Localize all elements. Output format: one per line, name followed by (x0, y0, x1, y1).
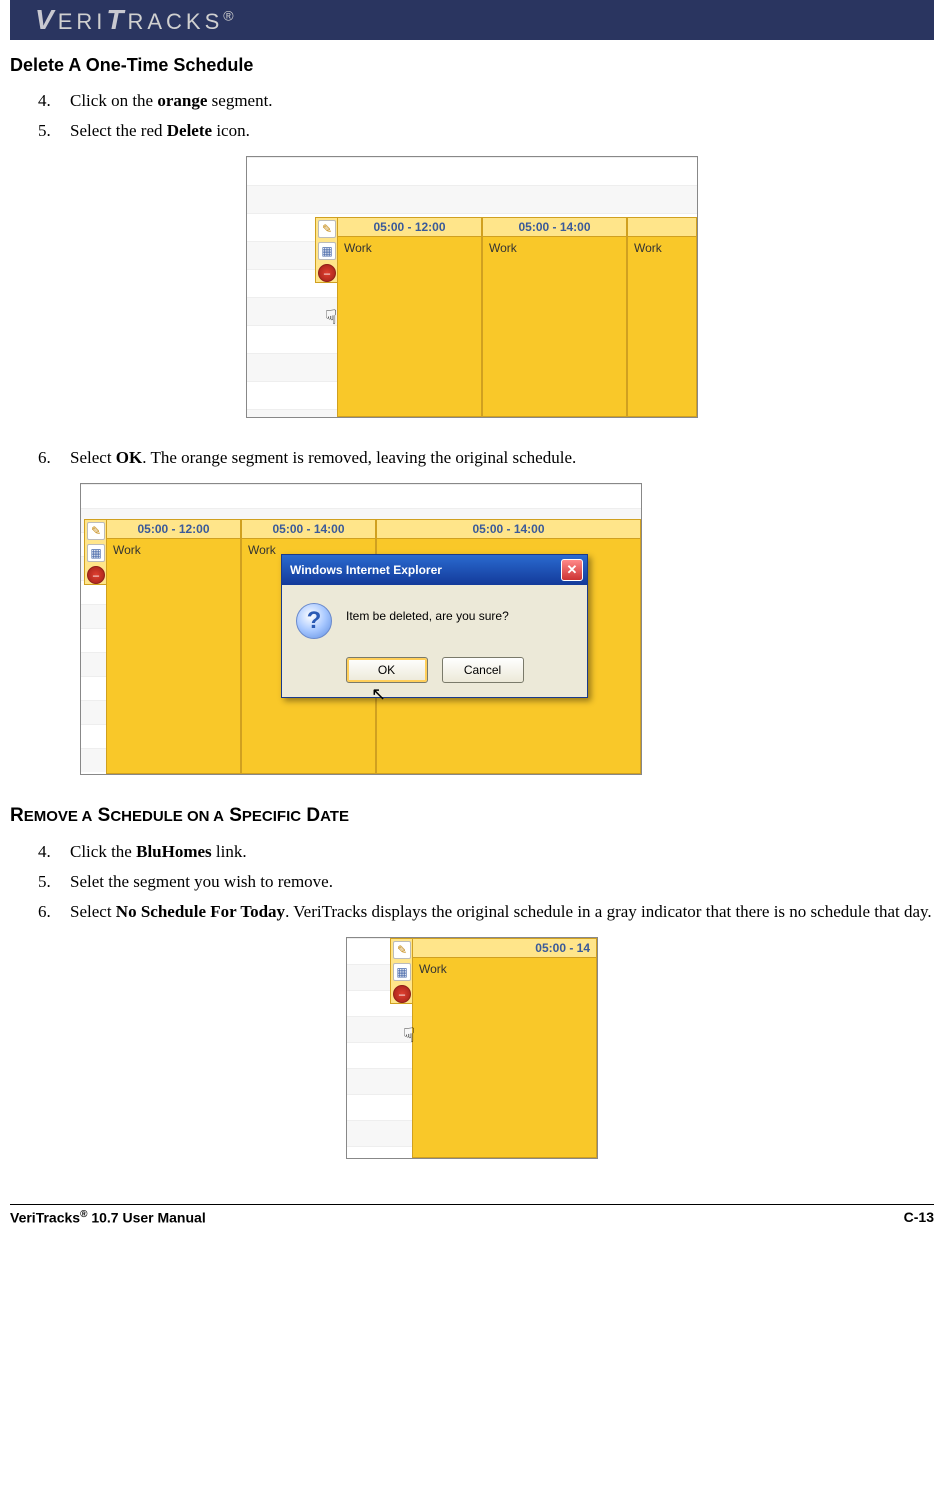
pencil-icon[interactable]: ✎ (318, 220, 336, 238)
footer-left: VeriTracks® 10.7 User Manual (10, 1209, 206, 1226)
footer-right: C-13 (904, 1209, 934, 1226)
cancel-button[interactable]: Cancel (442, 657, 524, 683)
page-header: VERITRACKS® (10, 0, 934, 40)
time-header-2: 05:00 - 14:00 (483, 218, 626, 237)
cursor-icon: ☟ (403, 1023, 415, 1048)
schedule-segment-a[interactable]: 05:00 - 12:00 Work (106, 519, 241, 774)
time-header-3 (628, 218, 696, 237)
dialog-message: Item be deleted, are you sure? (346, 603, 509, 623)
brand-logo: VERITRACKS® (35, 4, 234, 36)
section-title-delete: Delete A One-Time Schedule (10, 55, 934, 76)
cursor-icon: ↖ (371, 684, 386, 705)
schedule-segment-2[interactable]: 05:00 - 14:00 Work (482, 217, 627, 417)
section-title-remove: REMOVE A SCHEDULE ON A SPECIFIC DATE (10, 805, 934, 827)
pencil-icon[interactable]: ✎ (393, 941, 411, 959)
step-6: Select OK. The orange segment is removed… (55, 448, 934, 468)
close-icon[interactable]: ✕ (561, 559, 583, 581)
step-4b: Click the BluHomes link. (55, 842, 934, 862)
time-header-1: 05:00 - 12:00 (338, 218, 481, 237)
ok-button[interactable]: OK (346, 657, 428, 683)
segment-label-1: Work (338, 237, 481, 259)
step-5: Select the red Delete icon. (55, 121, 934, 141)
segment-toolbar-3: ✎ ▦ – (390, 938, 413, 1004)
dialog-title: Windows Internet Explorer (290, 563, 442, 577)
segment-toolbar: ✎ ▦ – (315, 217, 338, 283)
figure-2: ✎ ▦ – 05:00 - 12:00 Work 05:00 - 14:00 W… (80, 483, 934, 780)
step-6b: Select No Schedule For Today. VeriTracks… (55, 902, 934, 922)
step-4: Click on the orange segment. (55, 91, 934, 111)
segment-label-2: Work (483, 237, 626, 259)
schedule-segment-1[interactable]: 05:00 - 12:00 Work (337, 217, 482, 417)
calendar-icon[interactable]: ▦ (393, 963, 411, 981)
figure-1: ✎ ▦ – 05:00 - 12:00 Work 05:00 - 14:00 W… (10, 156, 934, 423)
time-header-a: 05:00 - 12:00 (107, 520, 240, 539)
delete-icon[interactable]: – (393, 985, 411, 1003)
dialog-titlebar: Windows Internet Explorer ✕ (282, 555, 587, 585)
delete-icon[interactable]: – (87, 566, 105, 584)
step-5b: Selet the segment you wish to remove. (55, 872, 934, 892)
pencil-icon[interactable]: ✎ (87, 522, 105, 540)
delete-icon[interactable]: – (318, 264, 336, 282)
page-footer: VeriTracks® 10.7 User Manual C-13 (10, 1204, 934, 1226)
calendar-icon[interactable]: ▦ (318, 242, 336, 260)
cursor-icon: ☟ (325, 305, 337, 330)
schedule-segment-d[interactable]: 05:00 - 14 Work (412, 938, 597, 1158)
time-header-b: 05:00 - 14:00 (242, 520, 375, 539)
time-header-d: 05:00 - 14 (413, 939, 596, 958)
segment-toolbar-2: ✎ ▦ – (84, 519, 107, 585)
schedule-segment-3[interactable]: Work (627, 217, 697, 417)
confirm-dialog: Windows Internet Explorer ✕ ? Item be de… (281, 554, 588, 698)
time-header-c: 05:00 - 14:00 (377, 520, 640, 539)
segment-label-a: Work (107, 539, 240, 561)
segment-label-d: Work (413, 958, 596, 980)
question-icon: ? (296, 603, 332, 639)
segment-label-3: Work (628, 237, 696, 259)
calendar-icon[interactable]: ▦ (87, 544, 105, 562)
figure-3: ✎ ▦ – 05:00 - 14 Work ☟ (10, 937, 934, 1164)
